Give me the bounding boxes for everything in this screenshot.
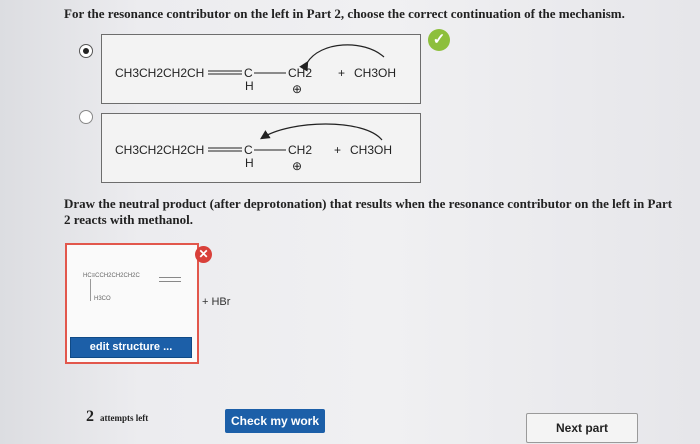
mechanism-diagram-1: CH3CH2CH2CH C H CH2 ⊕ + CH3OH — [115, 44, 396, 96]
methanol: CH3OH — [354, 66, 396, 80]
plus-sign: + — [334, 143, 341, 157]
byproduct-label: + HBr — [202, 296, 231, 308]
attempts-label: attempts left — [100, 413, 149, 423]
option-1-radio[interactable] — [79, 44, 93, 58]
structure-double-bond — [159, 277, 181, 282]
carbocation-charge: ⊕ — [292, 82, 302, 96]
left-group: CH3CH2CH2CH — [115, 66, 204, 80]
edit-structure-button[interactable]: edit structure ... — [70, 337, 192, 358]
carbon-c: C — [244, 143, 253, 157]
option-1-mechanism[interactable]: CH3CH2CH2CH C H CH2 ⊕ + CH3OH — [101, 34, 421, 104]
check-my-work-button[interactable]: Check my work — [225, 409, 325, 433]
option-2-mechanism[interactable]: CH3CH2CH2CH C H CH2 ⊕ + CH3OH — [101, 113, 421, 183]
structure-bottom-text: H3CO — [94, 296, 111, 302]
ch2-group: CH2 — [288, 143, 312, 157]
carbocation-charge: ⊕ — [292, 159, 302, 173]
x-icon: ✕ — [195, 246, 212, 263]
carbon-h: H — [245, 79, 254, 93]
mechanism-diagram-2: CH3CH2CH2CH C H CH2 ⊕ + CH3OH — [115, 123, 392, 173]
carbon-c: C — [244, 66, 253, 80]
ch2-group: CH2 — [288, 66, 312, 80]
option-2-radio[interactable] — [79, 110, 93, 124]
carbon-h: H — [245, 156, 254, 170]
attempts-count: 2 — [86, 408, 94, 425]
plus-sign: + — [338, 66, 345, 80]
left-group: CH3CH2CH2CH — [115, 143, 204, 157]
structure-bond — [90, 279, 91, 301]
check-icon: ✓ — [428, 29, 450, 51]
methanol: CH3OH — [350, 143, 392, 157]
part2-question: For the resonance contributor on the lef… — [64, 6, 625, 21]
next-part-button[interactable]: Next part — [526, 413, 638, 443]
structure-top-text: HC≡CCH2CH2CH2C — [83, 273, 140, 279]
part3-question: Draw the neutral product (after deproton… — [64, 196, 673, 227]
